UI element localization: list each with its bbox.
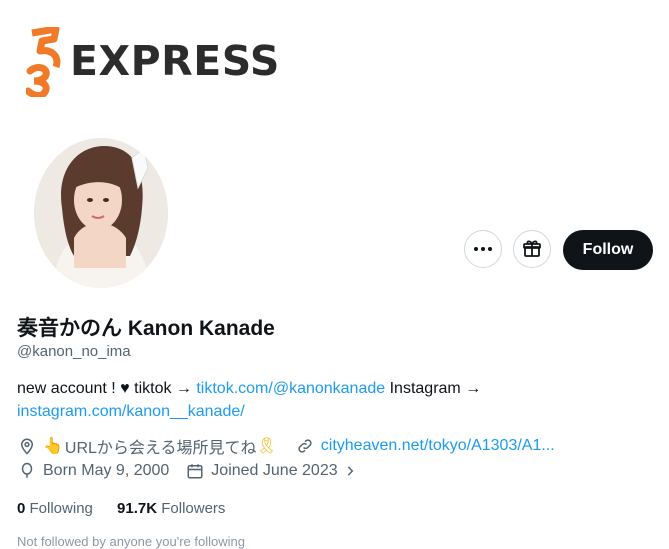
birth-date: Born May 9, 2000 bbox=[43, 462, 170, 479]
express-logo: EXPRESS bbox=[26, 27, 296, 97]
more-options-button[interactable] bbox=[464, 230, 502, 268]
gift-icon bbox=[523, 240, 541, 257]
link-icon bbox=[295, 436, 315, 456]
bio-text: Instagram → bbox=[385, 380, 482, 397]
follow-stats: 0 Following 91.7K Followers bbox=[17, 500, 225, 517]
more-dots-icon bbox=[474, 247, 492, 251]
display-name: 奏音かのん Kanon Kanade bbox=[17, 317, 275, 340]
followers-label: Followers bbox=[157, 500, 226, 517]
following-label: Following bbox=[25, 500, 93, 517]
website-link[interactable]: cityheaven.net/tokyo/A1303/A1... bbox=[321, 437, 555, 455]
logo-35-icon bbox=[26, 27, 61, 97]
ribbon-emoji: 🎗 bbox=[256, 438, 277, 455]
bio-text: new account ! bbox=[17, 380, 121, 397]
location-text: URLから会える場所見てね bbox=[64, 440, 257, 457]
gift-button[interactable] bbox=[513, 230, 551, 268]
instagram-link[interactable]: instagram.com/kanon__kanade/ bbox=[17, 403, 245, 420]
following-stat[interactable]: 0 Following bbox=[17, 500, 93, 517]
bio-text: tiktok → bbox=[129, 380, 197, 397]
followers-count: 91.7K bbox=[117, 500, 158, 517]
profile-meta-row: 👆 URLから会える場所見てね 🎗 cityheaven.net/tokyo/A… bbox=[17, 434, 555, 458]
pointing-emoji: 👆 bbox=[43, 438, 63, 455]
location-icon bbox=[17, 436, 37, 456]
calendar-icon bbox=[185, 461, 205, 481]
profile-bio: new account ! ♥ tiktok → tiktok.com/@kan… bbox=[17, 377, 637, 423]
profile-meta-row-2: Born May 9, 2000 Joined June 2023 bbox=[17, 461, 366, 481]
tiktok-link[interactable]: tiktok.com/@kanonkanade bbox=[196, 380, 385, 397]
logo-text: EXPRESS bbox=[70, 37, 280, 85]
heart-glyph: ♥ bbox=[120, 380, 130, 397]
followers-stat[interactable]: 91.7K Followers bbox=[117, 500, 225, 517]
balloon-icon bbox=[17, 461, 37, 481]
followed-by-text: Not followed by anyone you're following bbox=[17, 534, 245, 549]
join-date: Joined June 2023 bbox=[211, 462, 338, 479]
chevron-right-icon[interactable] bbox=[340, 461, 360, 481]
user-handle: @kanon_no_ima bbox=[17, 343, 131, 360]
profile-avatar[interactable] bbox=[34, 138, 168, 288]
avatar-photo bbox=[34, 138, 168, 288]
follow-button[interactable]: Follow bbox=[563, 230, 653, 270]
